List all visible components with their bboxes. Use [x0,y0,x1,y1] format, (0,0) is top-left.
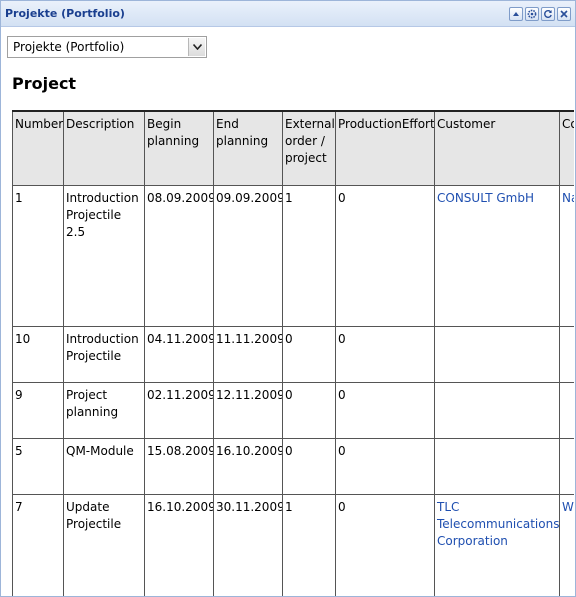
cell-contact [559,438,574,495]
project-table-container[interactable]: Number Description Begin planning End pl… [12,110,574,596]
select-arrow-button[interactable] [188,38,205,56]
titlebar-buttons [509,7,571,21]
chevron-down-icon [192,44,202,50]
cell-description: Introduction Projectile [63,326,145,383]
page-title: Project [12,74,77,93]
cell-contact: W Ge [559,494,574,596]
cell-end-planning: 16.10.2009 [213,438,283,495]
table-row[interactable]: 9 Project planning 02.11.2009 12.11.2009… [12,382,574,439]
cell-number: 5 [12,438,64,495]
close-button[interactable] [557,7,571,21]
cell-customer [434,382,560,439]
cell-external-order: 0 [282,438,336,495]
settings-icon [527,9,537,19]
cell-number: 10 [12,326,64,383]
minimize-button[interactable] [509,7,523,21]
refresh-icon [544,10,552,18]
table-row[interactable]: 1 Introduction Projectile 2.5 08.09.2009… [12,185,574,327]
cell-customer [434,326,560,383]
cell-begin-planning: 15.08.2009 [144,438,214,495]
cell-customer: CONSULT GmbH [434,185,560,327]
column-header-description[interactable]: Description [63,110,145,186]
cell-external-order: 0 [282,326,336,383]
minimize-icon [513,12,519,16]
table-header-row: Number Description Begin planning End pl… [12,110,574,186]
portlet-titlebar: Projekte (Portfolio) [1,1,575,27]
contact-link[interactable]: Na Lis [562,191,574,205]
cell-end-planning: 30.11.2009 [213,494,283,596]
customer-link[interactable]: TLC Telecommunications Corporation [437,500,559,548]
settings-button[interactable] [525,7,539,21]
cell-description: Introduction Projectile 2.5 [63,185,145,327]
table-row[interactable]: 7 Update Projectile 16.10.2009 30.11.200… [12,494,574,596]
portfolio-select[interactable]: Projekte (Portfolio) [7,36,207,58]
cell-external-order: 1 [282,494,336,596]
portlet-window: Projekte (Portfolio) Projekte (Portfolio… [0,0,576,597]
column-header-external-order[interactable]: External order / project [282,110,336,186]
cell-begin-planning: 04.11.2009 [144,326,214,383]
cell-contact [559,382,574,439]
cell-description: Project planning [63,382,145,439]
cell-number: 7 [12,494,64,596]
cell-description: QM-Module [63,438,145,495]
column-header-begin-planning[interactable]: Begin planning [144,110,214,186]
cell-external-order: 0 [282,382,336,439]
cell-number: 1 [12,185,64,327]
column-header-end-planning[interactable]: End planning [213,110,283,186]
cell-contact [559,326,574,383]
cell-customer: TLC Telecommunications Corporation [434,494,560,596]
column-header-production-effort[interactable]: ProductionEffort [335,110,435,186]
column-header-customer[interactable]: Customer [434,110,560,186]
cell-external-order: 1 [282,185,336,327]
cell-end-planning: 09.09.2009 [213,185,283,327]
table-row[interactable]: 5 QM-Module 15.08.2009 16.10.2009 0 0 [12,438,574,495]
cell-production-effort: 0 [335,185,435,327]
refresh-button[interactable] [541,7,555,21]
portfolio-select-value: Projekte (Portfolio) [13,40,125,54]
cell-contact: Na Lis [559,185,574,327]
customer-link[interactable]: CONSULT GmbH [437,191,534,205]
cell-begin-planning: 08.09.2009 [144,185,214,327]
contact-link[interactable]: W Ge [562,500,574,514]
project-table: Number Description Begin planning End pl… [12,110,574,596]
column-header-contact[interactable]: Co [559,110,574,186]
cell-production-effort: 0 [335,326,435,383]
cell-begin-planning: 02.11.2009 [144,382,214,439]
cell-production-effort: 0 [335,382,435,439]
cell-description: Update Projectile [63,494,145,596]
table-row[interactable]: 10 Introduction Projectile 04.11.2009 11… [12,326,574,383]
portlet-title: Projekte (Portfolio) [5,7,125,20]
close-icon [560,10,568,18]
cell-customer [434,438,560,495]
cell-end-planning: 11.11.2009 [213,326,283,383]
cell-number: 9 [12,382,64,439]
cell-production-effort: 0 [335,494,435,596]
cell-begin-planning: 16.10.2009 [144,494,214,596]
column-header-number[interactable]: Number [12,110,64,186]
cell-end-planning: 12.11.2009 [213,382,283,439]
cell-production-effort: 0 [335,438,435,495]
